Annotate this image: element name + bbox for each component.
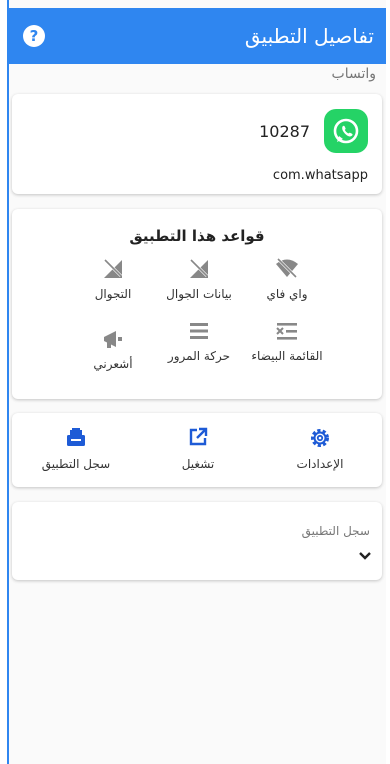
launch-label: تشغيل bbox=[181, 457, 215, 471]
log-icon bbox=[26, 427, 126, 449]
rule-roaming-label: التجوال bbox=[94, 287, 132, 301]
launch-icon bbox=[148, 427, 248, 449]
rules-title: قواعد هذا التطبيق bbox=[129, 227, 265, 245]
rule-whitelist[interactable]: القائمة البيضاء bbox=[242, 319, 332, 363]
rule-roaming[interactable]: التجوال bbox=[68, 257, 158, 301]
whitelist-icon bbox=[242, 319, 332, 343]
rule-wifi-label: واي فاي bbox=[266, 287, 308, 301]
traffic-icon bbox=[154, 319, 244, 343]
package-name: com.whatsapp bbox=[272, 168, 368, 183]
rule-mobile-data[interactable]: بيانات الجوال bbox=[154, 257, 244, 301]
rule-notify-label: أشعرني bbox=[93, 357, 133, 371]
rule-notify[interactable]: أشعرني bbox=[68, 327, 158, 371]
whatsapp-icon bbox=[324, 109, 368, 153]
rule-whitelist-label: القائمة البيضاء bbox=[251, 349, 323, 363]
launch-action[interactable]: تشغيل bbox=[148, 427, 248, 471]
app-log-action[interactable]: سجل التطبيق bbox=[26, 427, 126, 471]
chevron-down-icon[interactable] bbox=[358, 546, 372, 565]
app-bar: ? تفاصيل التطبيق bbox=[9, 8, 386, 64]
mobile-data-off-icon bbox=[154, 257, 244, 281]
wifi-off-icon bbox=[242, 257, 332, 281]
rules-card: قواعد هذا التطبيق واي فاي بيانات الجوال bbox=[12, 209, 382, 399]
app-log-label: سجل التطبيق bbox=[41, 457, 111, 471]
app-log-card[interactable]: سجل التطبيق bbox=[12, 502, 382, 580]
rule-traffic-label: حركة المرور bbox=[167, 349, 231, 363]
rule-wifi[interactable]: واي فاي bbox=[242, 257, 332, 301]
app-name: واتساب bbox=[331, 66, 376, 82]
settings-label: الإعدادات bbox=[296, 457, 344, 471]
rule-mobile-data-label: بيانات الجوال bbox=[166, 287, 232, 301]
rule-traffic[interactable]: حركة المرور bbox=[154, 319, 244, 363]
app-uid: 10287 bbox=[259, 122, 310, 141]
actions-card: الإعدادات تشغيل سجل التطبيق bbox=[12, 413, 382, 487]
help-icon[interactable]: ? bbox=[23, 25, 45, 47]
app-log-dropdown-label: سجل التطبيق bbox=[301, 524, 370, 538]
settings-action[interactable]: الإعدادات bbox=[270, 427, 370, 471]
gear-icon bbox=[270, 427, 370, 449]
right-edge bbox=[386, 0, 390, 764]
notify-icon bbox=[68, 327, 158, 351]
app-info-card: 10287 com.whatsapp bbox=[12, 94, 382, 194]
left-edge bbox=[0, 0, 9, 764]
page-title: تفاصيل التطبيق bbox=[244, 24, 374, 48]
roaming-off-icon bbox=[68, 257, 158, 281]
